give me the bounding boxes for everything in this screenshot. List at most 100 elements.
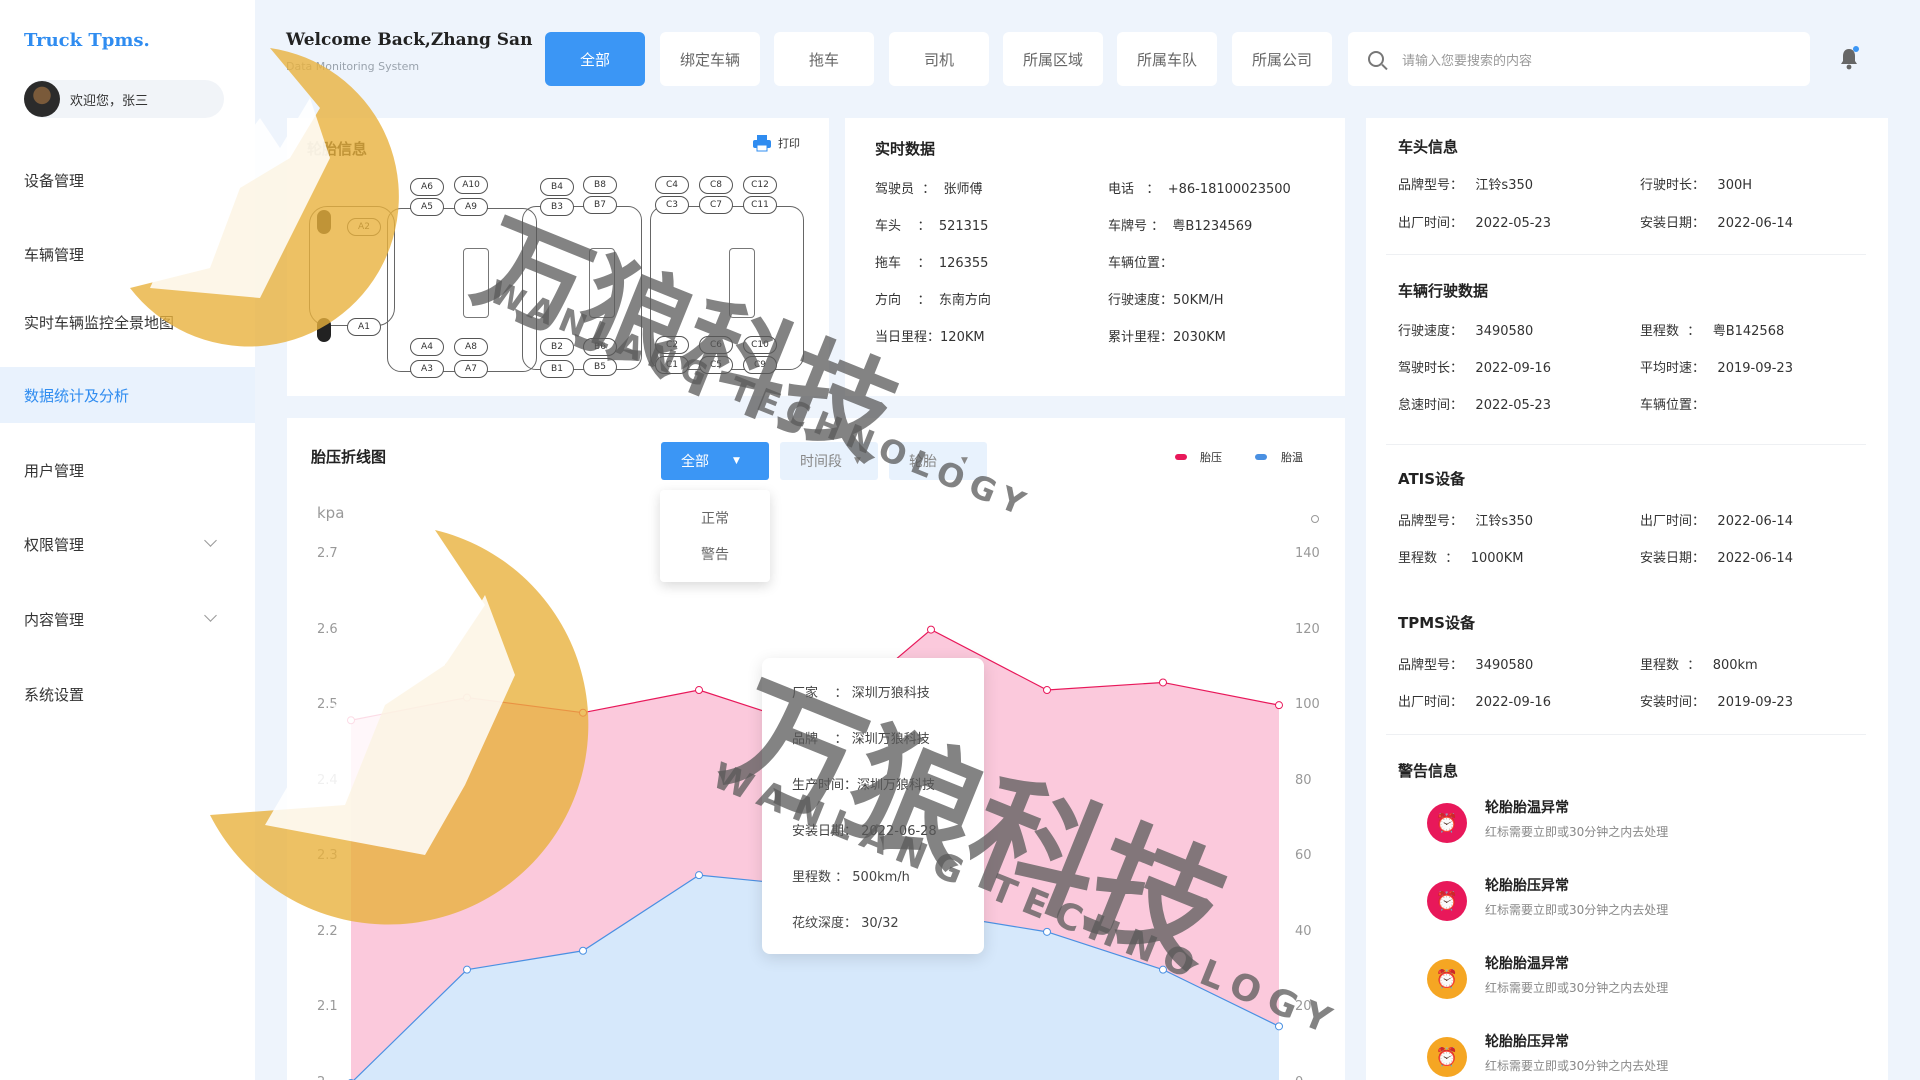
print-button[interactable]: 打印 [752,134,800,152]
data-point[interactable] [463,693,471,702]
tire-a6[interactable]: A6 [410,178,444,196]
tire-b8[interactable]: B8 [583,176,617,194]
tire-c6[interactable]: C6 [699,336,733,354]
tab-trailer[interactable]: 拖车 [774,32,874,86]
data-point[interactable] [579,946,587,955]
y-left-tick-label: 2.7 [317,546,338,561]
data-point[interactable] [927,625,935,634]
tab-fleet[interactable]: 所属车队 [1117,32,1217,86]
data-point[interactable] [1275,1022,1283,1031]
alert-item[interactable]: ⏰ 轮胎胎压异常 红标需要立即或30分钟之内去处理 [1405,1021,1845,1080]
alert-desc: 红标需要立即或30分钟之内去处理 [1485,825,1669,839]
sidebar-item-map[interactable]: 实时车辆监控全景地图 [0,294,255,350]
user-greeting: 欢迎您，张三 [70,93,149,109]
data-point[interactable] [1043,686,1051,695]
tire-c10[interactable]: C10 [743,336,777,354]
alert-item[interactable]: ⏰ 轮胎胎压异常 红标需要立即或30分钟之内去处理 [1405,865,1845,943]
tire-b4[interactable]: B4 [540,178,574,196]
y-right-tick-label: 20 [1295,999,1312,1015]
tire-a8[interactable]: A8 [454,338,488,356]
tpms-title: TPMS设备 [1398,614,1475,632]
tab-all[interactable]: 全部 [545,32,645,86]
tire-a5[interactable]: A5 [410,198,444,216]
field-atis-brand: 品牌型号： 江铃s350 [1398,514,1534,529]
y-right-tick-label: 0 [1295,1075,1303,1080]
data-point[interactable] [695,871,703,880]
tab-driver[interactable]: 司机 [889,32,989,86]
app-logo[interactable]: Truck Tpms. [24,30,150,51]
tab-company[interactable]: 所属公司 [1232,32,1332,86]
y-right-tick-label: 40 [1295,923,1312,939]
tire-a9[interactable]: A9 [454,198,488,216]
alarm-icon: ⏰ [1427,1037,1467,1077]
atis-title: ATIS设备 [1398,470,1466,488]
y-right-tick-label: 120 [1295,621,1320,637]
field-tpms-brand: 品牌型号： 3490580 [1398,658,1534,673]
tire-b7[interactable]: B7 [583,196,617,214]
option-normal[interactable]: 正常 [660,500,770,536]
field-tpms-install: 安装时间： 2019-09-23 [1640,695,1793,710]
bell-icon[interactable] [1838,46,1860,70]
tire-b6[interactable]: B6 [583,338,617,356]
tire-a1[interactable]: A1 [347,318,381,336]
field-drive-duration: 驾驶时长： 2022-09-16 [1398,361,1551,376]
tooltip-row: 里程数 ： 500km/h [792,870,910,885]
tire-a4[interactable]: A4 [410,338,444,356]
chevron-down-icon [204,609,217,622]
y-left-tick-label: 2.1 [317,999,338,1015]
search-input[interactable]: 请输入您要搜索的内容 [1348,32,1810,86]
tire-b3[interactable]: B3 [540,198,574,216]
tire-a7[interactable]: A7 [454,360,488,378]
tire-c3[interactable]: C3 [655,196,689,214]
sidebar-item-content[interactable]: 内容管理 [0,591,255,647]
sidebar-item-stats[interactable]: 数据统计及分析 [0,367,255,423]
y-right-tick-label: 100 [1295,697,1320,713]
divider [1386,444,1866,445]
tire-a3[interactable]: A3 [410,360,444,378]
tire-c9[interactable]: C9 [743,356,777,374]
welcome-title: Welcome Back,Zhang San [286,30,533,50]
data-point[interactable] [579,708,587,717]
data-point[interactable] [463,965,471,974]
tire-a10[interactable]: A10 [454,176,488,194]
tire-c2[interactable]: C2 [655,336,689,354]
y-left-tick-label: 2.3 [317,848,338,864]
tire-a2[interactable]: A2 [347,218,381,236]
tab-bound-vehicle[interactable]: 绑定车辆 [660,32,760,86]
tire-c5[interactable]: C5 [699,356,733,374]
tire-b5[interactable]: B5 [583,358,617,376]
divider [1386,254,1866,255]
tire-c4[interactable]: C4 [655,176,689,194]
data-point[interactable] [1275,701,1283,710]
alert-item[interactable]: ⏰ 轮胎胎温异常 红标需要立即或30分钟之内去处理 [1405,787,1845,865]
data-point[interactable] [695,686,703,695]
sidebar-item-label: 实时车辆监控全景地图 [24,313,175,332]
y-left-tick-label: 2.2 [317,923,338,939]
sidebar-item-device[interactable]: 设备管理 [0,152,255,208]
option-warning[interactable]: 警告 [660,536,770,572]
tire-c1[interactable]: C1 [655,356,689,374]
tire-c11[interactable]: C11 [743,196,777,214]
y-left-tick-label: 2 [317,1075,325,1080]
alarm-icon: ⏰ [1427,881,1467,921]
alert-desc: 红标需要立即或30分钟之内去处理 [1485,903,1669,917]
sidebar-item-vehicle[interactable]: 车辆管理 [0,226,255,282]
alert-item[interactable]: ⏰ 轮胎胎温异常 红标需要立即或30分钟之内去处理 [1405,943,1845,1021]
user-pill[interactable]: 欢迎您，张三 [24,80,224,118]
realtime-data-card: 实时数据 驾驶员 ： 张师傅 电话 ： +86-18100023500 车头 ：… [845,118,1345,396]
sidebar-item-settings[interactable]: 系统设置 [0,666,255,722]
data-point[interactable] [1043,927,1051,936]
sidebar-item-users[interactable]: 用户管理 [0,442,255,498]
field-direction: 方向 ： 东南方向 [875,293,991,308]
field-trailer: 拖车 ： 126355 [875,256,989,271]
tab-region[interactable]: 所属区域 [1003,32,1103,86]
tire-b1[interactable]: B1 [540,360,574,378]
tire-c8[interactable]: C8 [699,176,733,194]
tire-c7[interactable]: C7 [699,196,733,214]
data-point[interactable] [1159,965,1167,974]
tire-b2[interactable]: B2 [540,338,574,356]
tire-c12[interactable]: C12 [743,176,777,194]
data-point[interactable] [1159,678,1167,687]
sidebar-item-permissions[interactable]: 权限管理 [0,516,255,572]
data-point[interactable] [347,716,355,725]
